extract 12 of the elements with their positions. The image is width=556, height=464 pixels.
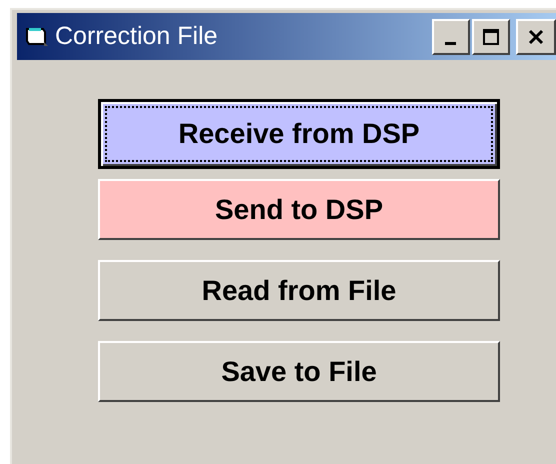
minimize-icon: [444, 42, 456, 44]
action-button[interactable]: Save to File: [98, 341, 500, 402]
window-title: Correction File: [55, 22, 219, 51]
window-icon: [25, 26, 49, 48]
close-icon: [527, 28, 545, 46]
action-button[interactable]: Read from File: [98, 260, 500, 321]
maximize-button[interactable]: [472, 18, 510, 54]
close-button[interactable]: [516, 18, 556, 54]
minimize-button[interactable]: [432, 18, 470, 54]
action-button[interactable]: Send to DSP: [98, 179, 500, 240]
action-button[interactable]: Receive from DSP: [98, 99, 500, 169]
maximize-icon: [482, 28, 500, 46]
